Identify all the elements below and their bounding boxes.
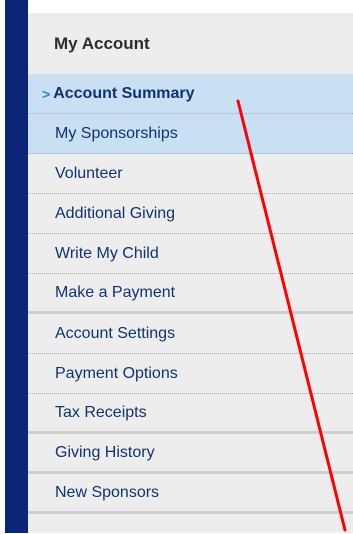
sidebar-item-label: Account Summary (53, 84, 195, 102)
sidebar-item-label: Tax Receipts (55, 403, 147, 421)
sidebar-item-payment-options[interactable]: Payment Options (28, 354, 353, 394)
sidebar-item-tax-receipts[interactable]: Tax Receipts (28, 394, 353, 434)
my-account-sidebar: My Account > Account Summary My Sponsors… (28, 13, 353, 533)
sidebar-item-my-sponsorships[interactable]: My Sponsorships (28, 114, 353, 154)
sidebar-item-account-summary[interactable]: > Account Summary (28, 74, 353, 114)
sidebar-item-label: Payment Options (55, 364, 178, 382)
sidebar-item-new-sponsors[interactable]: New Sponsors (28, 474, 353, 514)
sidebar-item-label: Volunteer (55, 164, 123, 182)
sidebar-item-label: Account Settings (55, 324, 176, 342)
sidebar-item-volunteer[interactable]: Volunteer (28, 154, 353, 194)
sidebar-item-make-a-payment[interactable]: Make a Payment (28, 274, 353, 314)
sidebar-title: My Account (54, 33, 150, 53)
sidebar-item-label: Additional Giving (55, 204, 176, 222)
sidebar-item-label: Giving History (55, 443, 155, 461)
sidebar-item-label: Write My Child (55, 244, 159, 262)
sidebar-item-additional-giving[interactable]: Additional Giving (28, 194, 353, 234)
sidebar-item-write-my-child[interactable]: Write My Child (28, 234, 353, 274)
sidebar-item-account-settings[interactable]: Account Settings (28, 314, 353, 354)
left-accent-bar (5, 0, 28, 533)
active-chevron-icon: > (42, 85, 51, 102)
sidebar-item-label: Make a Payment (55, 283, 176, 301)
sidebar-item-label: My Sponsorships (55, 124, 178, 142)
sidebar-item-label: New Sponsors (55, 483, 160, 501)
sidebar-item-giving-history[interactable]: Giving History (28, 434, 353, 474)
sidebar-footer (28, 514, 353, 534)
